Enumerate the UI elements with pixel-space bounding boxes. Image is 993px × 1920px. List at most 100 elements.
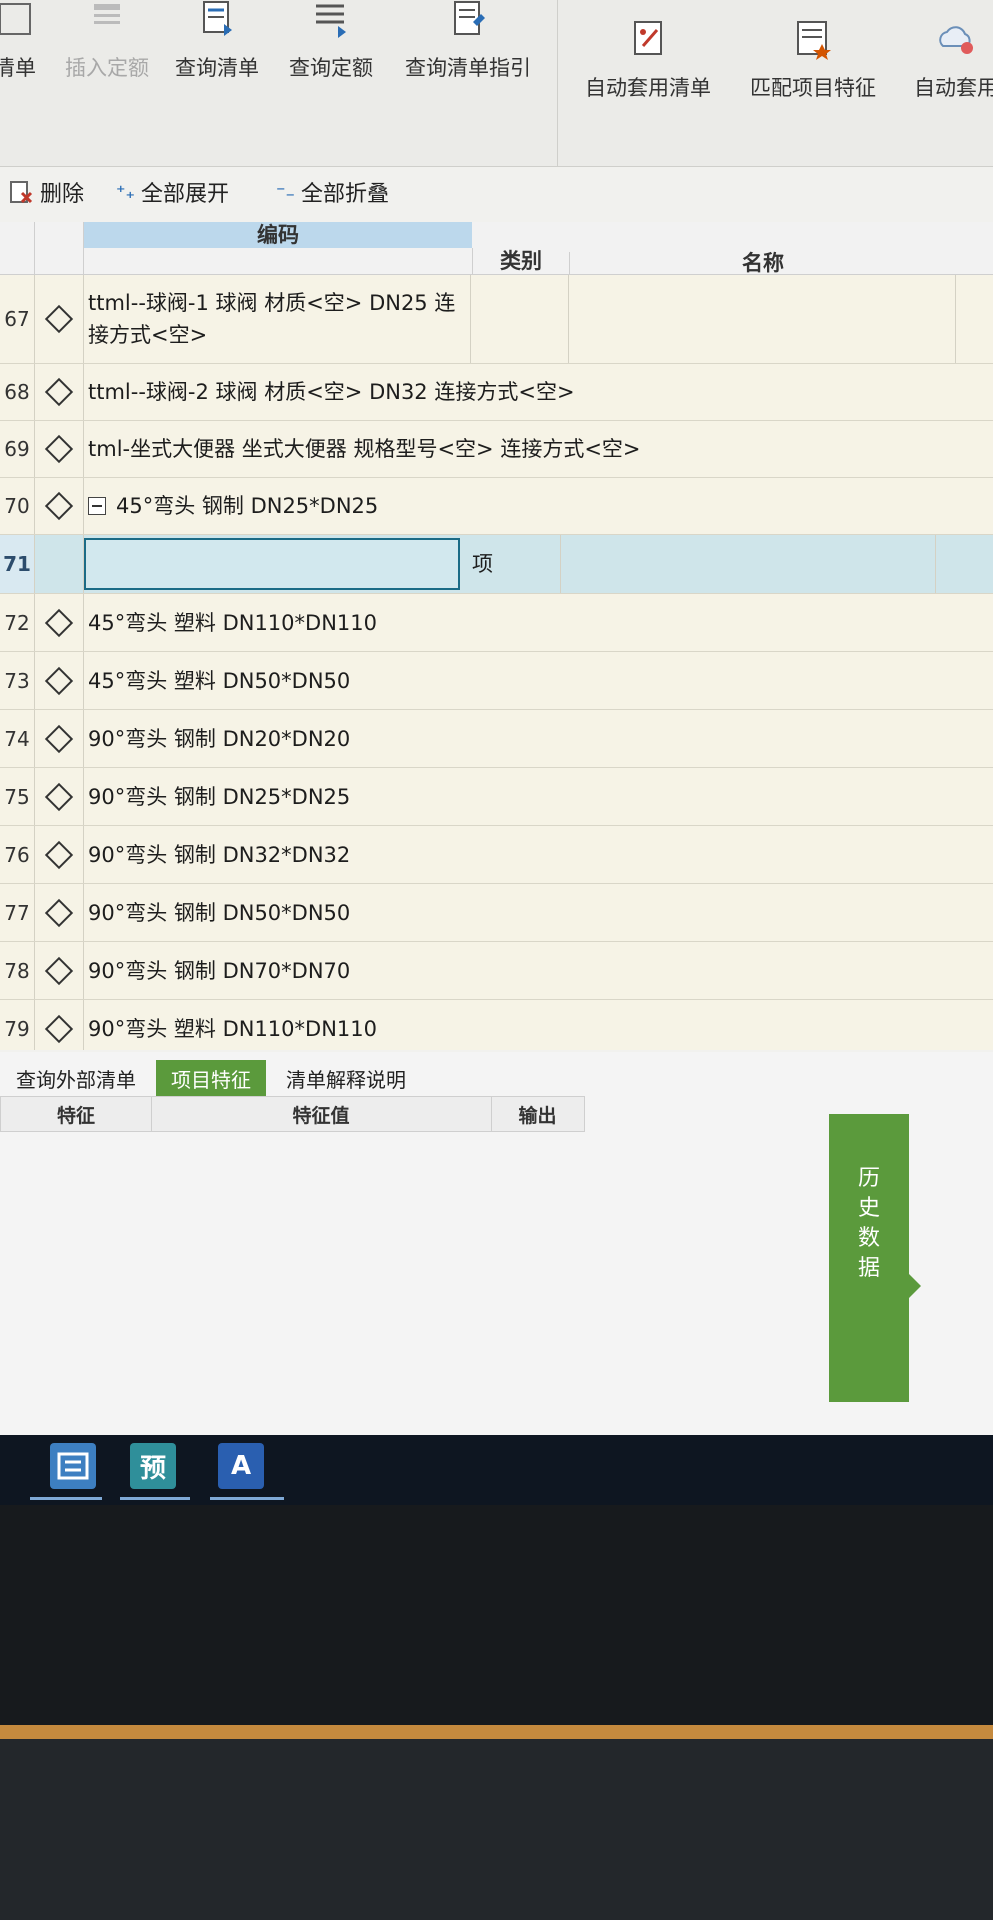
expand-all-button[interactable]: ⁺₊ 全部展开: [116, 177, 229, 208]
diamond-icon: [35, 768, 84, 825]
diamond-icon: [35, 884, 84, 941]
header-num: [0, 222, 35, 274]
delete-button[interactable]: 删除: [8, 177, 84, 207]
history-char: 历: [857, 1166, 880, 1191]
row-number: 68: [0, 364, 35, 420]
app-budget-icon[interactable]: 预: [130, 1443, 176, 1489]
cell-divider: [568, 275, 569, 363]
row-number: 75: [0, 768, 35, 825]
ribbon-btn-auto-apply-list[interactable]: 自动套用清单: [572, 20, 724, 130]
insert-norm-icon: [94, 4, 120, 24]
app-indicator: [30, 1497, 102, 1500]
diamond-icon: [35, 942, 84, 999]
header-code[interactable]: 编码: [84, 222, 472, 248]
table-row[interactable]: 69 tml-坐式大便器 坐式大便器 规格型号<空> 连接方式<空>: [0, 421, 993, 478]
table-row[interactable]: 70 45°弯头 钢制 DN25*DN25: [0, 478, 993, 535]
row-number: 77: [0, 884, 35, 941]
ribbon-btn-query-list[interactable]: 查询清单: [162, 0, 272, 110]
diamond-icon: [35, 275, 84, 363]
row-text: 45°弯头 钢制 DN25*DN25: [116, 494, 379, 518]
ribbon-btn-list[interactable]: 清单: [0, 0, 50, 110]
row-type-cell: [35, 535, 84, 593]
row-text-wrap: 45°弯头 钢制 DN25*DN25: [88, 478, 985, 534]
row-number: 72: [0, 594, 35, 651]
diamond-icon: [35, 478, 84, 534]
expand-icon: ⁺₊: [116, 181, 136, 203]
history-char: 据: [857, 1256, 880, 1281]
table-row[interactable]: 76 90°弯头 钢制 DN32*DN32: [0, 826, 993, 884]
header-feature-value[interactable]: 特征值: [151, 1097, 492, 1131]
collapse-node-icon[interactable]: [88, 497, 106, 515]
row-text: 45°弯头 塑料 DN50*DN50: [88, 668, 351, 693]
header-feature[interactable]: 特征: [1, 1097, 152, 1131]
row-text: 45°弯头 塑料 DN110*DN110: [88, 610, 377, 635]
diamond-icon: [35, 421, 84, 477]
row-number: 74: [0, 710, 35, 767]
tab-item-features[interactable]: 项目特征: [156, 1060, 266, 1096]
ribbon-btn-auto-apply[interactable]: 自动套用: [896, 20, 993, 130]
query-guide-icon: [454, 1, 485, 35]
auto-apply-list-icon: [634, 21, 662, 55]
row-number: 69: [0, 421, 35, 477]
app-indicator: [120, 1497, 190, 1500]
ribbon-btn-match-feature[interactable]: 匹配项目特征: [738, 20, 888, 130]
table-row[interactable]: 77 90°弯头 钢制 DN50*DN50: [0, 884, 993, 942]
bill-grid: 编码 类别 名称 67 ttml--球阀-1 球阀 材质<空> DN25 连接方…: [0, 222, 993, 1050]
header-output[interactable]: 输出: [491, 1097, 584, 1131]
ribbon-btn-insert-norm[interactable]: 插入定额: [52, 0, 162, 110]
header-name[interactable]: 名称: [569, 252, 956, 274]
cell-divider: [955, 275, 956, 363]
app-window: 清单 插入定额 查询清单 查询定额 查询清单指引 自动套用清单 匹配项目特征 自…: [0, 0, 993, 1435]
collapse-all-button[interactable]: ⁻₋ 全部折叠: [276, 177, 389, 208]
cell-divider: [560, 535, 561, 593]
row-number: 67: [0, 275, 35, 363]
diamond-icon: [35, 826, 84, 883]
row-text: ttml--球阀-1 球阀 材质<空> DN25 连接方式<空>: [88, 291, 456, 347]
row-number: 78: [0, 942, 35, 999]
row-number: 71: [0, 535, 35, 593]
ribbon-separator: [557, 0, 558, 166]
row-number: 73: [0, 652, 35, 709]
table-row[interactable]: 67 ttml--球阀-1 球阀 材质<空> DN25 连接方式<空>: [0, 275, 993, 364]
table-row[interactable]: 78 90°弯头 钢制 DN70*DN70: [0, 942, 993, 1000]
row-text: 90°弯头 钢制 DN32*DN32: [88, 842, 351, 867]
desk-edge: [0, 1725, 993, 1739]
app-indicator: [210, 1497, 284, 1500]
feature-table-header: 特征 特征值 输出: [0, 1096, 585, 1132]
tab-list-explanation[interactable]: 清单解释说明: [272, 1060, 420, 1096]
table-row[interactable]: 68 ttml--球阀-2 球阀 材质<空> DN32 连接方式<空>: [0, 364, 993, 421]
ribbon-btn-query-guide[interactable]: 查询清单指引: [392, 0, 544, 110]
delete-icon: [10, 181, 33, 204]
bottom-tabs: 查询外部清单 项目特征 清单解释说明: [0, 1052, 993, 1096]
row-number: 70: [0, 478, 35, 534]
row-text: tml-坐式大便器 坐式大便器 规格型号<空> 连接方式<空>: [88, 437, 641, 461]
table-row[interactable]: 75 90°弯头 钢制 DN25*DN25: [0, 768, 993, 826]
table-row-selected[interactable]: 71 项: [0, 535, 993, 594]
table-row[interactable]: 74 90°弯头 钢制 DN20*DN20: [0, 710, 993, 768]
row-text: 90°弯头 钢制 DN25*DN25: [88, 784, 351, 809]
code-edit-input[interactable]: [84, 538, 460, 590]
desk-surface: [0, 1739, 993, 1920]
ribbon-btn-query-norm[interactable]: 查询定额: [276, 0, 386, 110]
history-data-button[interactable]: 历 史 数 据: [829, 1114, 921, 1402]
app-calc-glyph: [57, 1452, 89, 1480]
taskbar: 预 A: [0, 1435, 993, 1505]
table-row[interactable]: 72 45°弯头 塑料 DN110*DN110: [0, 594, 993, 652]
monitor-bezel: [0, 1505, 993, 1725]
cell-divider: [470, 275, 471, 363]
grid-header: 编码 类别 名称: [0, 222, 993, 275]
bottom-panel: 查询外部清单 项目特征 清单解释说明 特征 特征值 输出 历 史 数 据: [0, 1052, 993, 1435]
auto-apply-icon: [939, 26, 973, 54]
app-a-icon[interactable]: A: [218, 1443, 264, 1489]
table-row[interactable]: 73 45°弯头 塑料 DN50*DN50: [0, 652, 993, 710]
list-icon: [0, 3, 31, 35]
table-row[interactable]: 79 90°弯头 塑料 DN110*DN110: [0, 1000, 993, 1050]
header-type-icon: [35, 222, 84, 274]
row-number: 76: [0, 826, 35, 883]
query-list-icon: [203, 1, 232, 36]
header-type[interactable]: 类别: [472, 248, 569, 274]
row-type-text: 项: [472, 552, 493, 576]
tab-external-list[interactable]: 查询外部清单: [0, 1060, 152, 1096]
row-text: 90°弯头 塑料 DN110*DN110: [88, 1016, 377, 1041]
app-calc-icon[interactable]: [50, 1443, 96, 1489]
